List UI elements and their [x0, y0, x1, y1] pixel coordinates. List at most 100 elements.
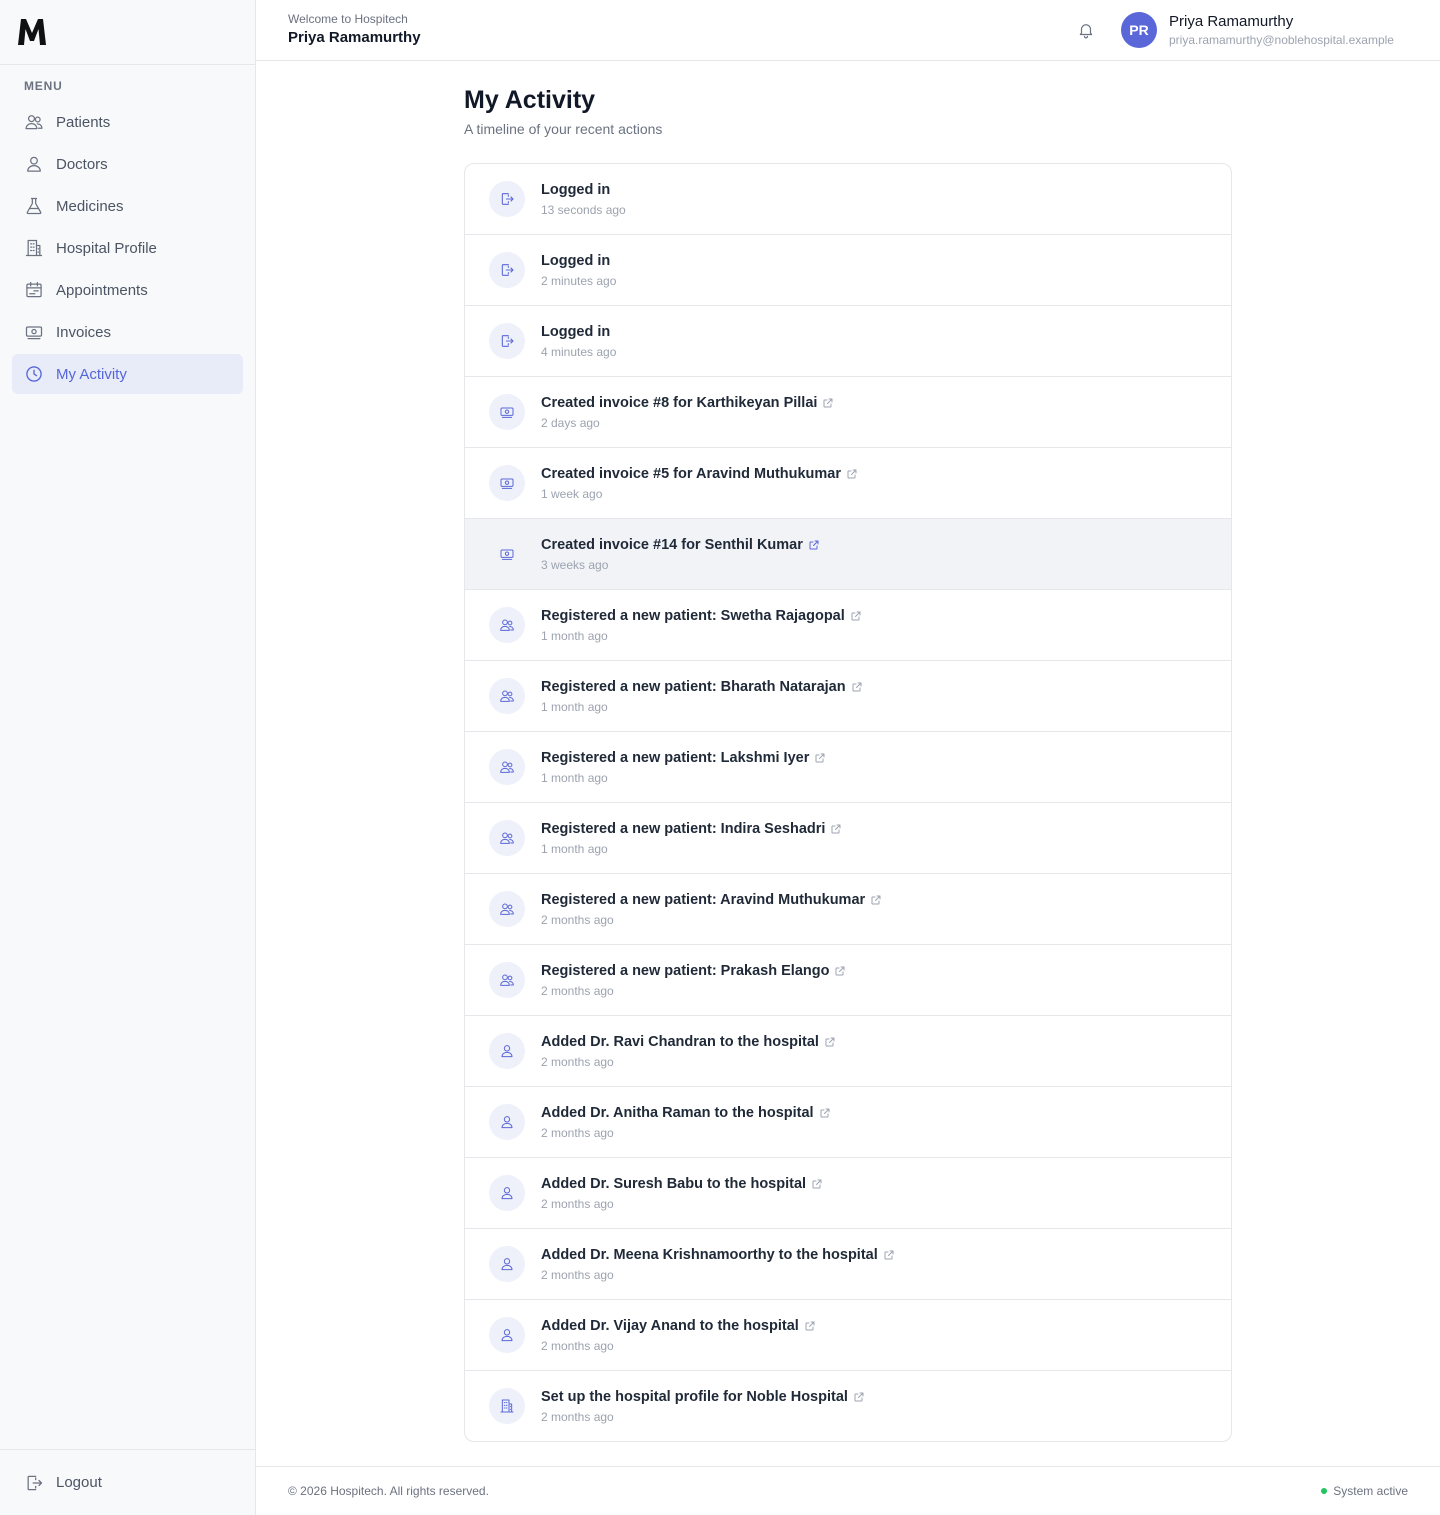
activity-row[interactable]: Registered a new patient: Prakash Elango…	[465, 945, 1231, 1016]
activity-row[interactable]: Added Dr. Vijay Anand to the hospital 2 m…	[465, 1300, 1231, 1371]
activity-row[interactable]: Added Dr. Ravi Chandran to the hospital 2…	[465, 1016, 1231, 1087]
activity-row[interactable]: Registered a new patient: Swetha Rajagop…	[465, 590, 1231, 661]
user-icon	[489, 1317, 525, 1353]
activity-time: 2 months ago	[541, 913, 614, 927]
external-link-icon[interactable]	[822, 397, 834, 409]
external-link-icon[interactable]	[804, 1320, 816, 1332]
activity-time: 1 week ago	[541, 487, 603, 501]
activity-title[interactable]: Added Dr. Vijay Anand to the hospital	[541, 1318, 816, 1334]
page-subtitle: A timeline of your recent actions	[464, 121, 663, 137]
money-icon	[489, 536, 525, 572]
activity-title[interactable]: Set up the hospital profile for Noble Ho…	[541, 1389, 865, 1405]
sidebar-item-medicines[interactable]: Medicines	[12, 186, 243, 226]
external-link-icon[interactable]	[814, 752, 826, 764]
activity-row[interactable]: Created invoice #5 for Aravind Muthukuma…	[465, 448, 1231, 519]
activity-time: 2 months ago	[541, 1268, 614, 1282]
external-link-icon[interactable]	[850, 610, 862, 622]
money-icon	[489, 394, 525, 430]
activity-title-text: Logged in	[541, 182, 611, 198]
activity-title: Logged in	[541, 253, 610, 269]
user-icon	[24, 154, 44, 174]
activity-title-text: Logged in	[541, 253, 611, 269]
external-link-icon[interactable]	[819, 1107, 831, 1119]
sidebar-item-invoices[interactable]: Invoices	[12, 312, 243, 352]
activity-title[interactable]: Created invoice #5 for Aravind Muthukuma…	[541, 466, 858, 482]
page-title: My Activity	[464, 86, 596, 114]
users-icon	[489, 678, 525, 714]
activity-row[interactable]: Created invoice #14 for Senthil Kumar 3 w…	[465, 519, 1231, 590]
clock-icon	[24, 364, 44, 384]
activity-title[interactable]: Added Dr. Anitha Raman to the hospital	[541, 1105, 831, 1121]
sidebar-item-label: Hospital Profile	[56, 239, 157, 257]
menu-heading: MENU	[24, 79, 63, 93]
activity-row[interactable]: Registered a new patient: Bharath Natara…	[465, 661, 1231, 732]
activity-title-text: Added Dr. Meena Krishnamoorthy to the ho…	[541, 1247, 878, 1263]
activity-title[interactable]: Created invoice #14 for Senthil Kumar	[541, 537, 820, 553]
activity-title[interactable]: Registered a new patient: Lakshmi Iyer	[541, 750, 826, 766]
system-status: System active	[1321, 1484, 1408, 1498]
external-link-icon[interactable]	[851, 681, 863, 693]
external-link-icon[interactable]	[870, 894, 882, 906]
sidebar-item-hospital-profile[interactable]: Hospital Profile	[12, 228, 243, 268]
activity-title-text: Registered a new patient: Lakshmi Iyer	[541, 750, 810, 766]
activity-row[interactable]: Registered a new patient: Aravind Muthuk…	[465, 874, 1231, 945]
external-link-icon[interactable]	[808, 539, 820, 551]
activity-row[interactable]: Registered a new patient: Indira Seshadr…	[465, 803, 1231, 874]
activity-row[interactable]: Added Dr. Meena Krishnamoorthy to the ho…	[465, 1229, 1231, 1300]
status-text: System active	[1333, 1484, 1408, 1498]
sidebar-item-label: Invoices	[56, 323, 112, 341]
activity-time: 1 month ago	[541, 700, 608, 714]
login-icon	[489, 252, 525, 288]
sidebar-item-patients[interactable]: Patients	[12, 102, 243, 142]
external-link-icon[interactable]	[853, 1391, 865, 1403]
user-icon	[489, 1246, 525, 1282]
activity-title[interactable]: Created invoice #8 for Karthikeyan Pilla…	[541, 395, 834, 411]
activity-title[interactable]: Registered a new patient: Bharath Natara…	[541, 679, 863, 695]
sidebar-item-doctors[interactable]: Doctors	[12, 144, 243, 184]
external-link-icon[interactable]	[811, 1178, 823, 1190]
sidebar-item-appointments[interactable]: Appointments	[12, 270, 243, 310]
activity-title[interactable]: Added Dr. Ravi Chandran to the hospital	[541, 1034, 836, 1050]
user-icon	[489, 1033, 525, 1069]
activity-title-text: Registered a new patient: Prakash Elango	[541, 963, 830, 979]
logo[interactable]	[16, 17, 48, 47]
activity-time: 3 weeks ago	[541, 558, 609, 572]
sidebar-bottom: Logout	[0, 1449, 255, 1515]
activity-title[interactable]: Registered a new patient: Prakash Elango	[541, 963, 846, 979]
users-icon	[489, 820, 525, 856]
external-link-icon[interactable]	[830, 823, 842, 835]
money-icon	[24, 322, 44, 342]
activity-time: 13 seconds ago	[541, 203, 626, 217]
external-link-icon[interactable]	[846, 468, 858, 480]
activity-row[interactable]: Added Dr. Suresh Babu to the hospital 2 m…	[465, 1158, 1231, 1229]
notifications-bell-icon[interactable]	[1075, 19, 1097, 41]
external-link-icon[interactable]	[824, 1036, 836, 1048]
money-icon	[489, 465, 525, 501]
building-icon	[489, 1388, 525, 1424]
activity-time: 2 days ago	[541, 416, 600, 430]
external-link-icon[interactable]	[883, 1249, 895, 1261]
avatar[interactable]: PR	[1121, 12, 1157, 48]
activity-title[interactable]: Registered a new patient: Aravind Muthuk…	[541, 892, 882, 908]
activity-row: Logged in 2 minutes ago	[465, 235, 1231, 306]
external-link-icon[interactable]	[834, 965, 846, 977]
activity-title[interactable]: Registered a new patient: Swetha Rajagop…	[541, 608, 862, 624]
activity-title[interactable]: Added Dr. Meena Krishnamoorthy to the ho…	[541, 1247, 895, 1263]
activity-time: 2 months ago	[541, 984, 614, 998]
activity-title: Logged in	[541, 182, 610, 198]
calendar-icon	[24, 280, 44, 300]
sidebar-item-my-activity[interactable]: My Activity	[12, 354, 243, 394]
top-header: Welcome to Hospitech Priya Ramamurthy PR…	[256, 0, 1440, 61]
users-icon	[489, 962, 525, 998]
activity-row[interactable]: Set up the hospital profile for Noble Ho…	[465, 1371, 1231, 1441]
activity-row[interactable]: Added Dr. Anitha Raman to the hospital 2 …	[465, 1087, 1231, 1158]
logout-button[interactable]: Logout	[12, 1463, 243, 1503]
sidebar-item-label: Doctors	[56, 155, 108, 173]
activity-title-text: Created invoice #5 for Aravind Muthukuma…	[541, 466, 842, 482]
activity-title[interactable]: Registered a new patient: Indira Seshadr…	[541, 821, 842, 837]
activity-row[interactable]: Registered a new patient: Lakshmi Iyer 1 …	[465, 732, 1231, 803]
activity-row[interactable]: Created invoice #8 for Karthikeyan Pilla…	[465, 377, 1231, 448]
sidebar: MENU Patients Doctors Medicines Hospital Pr…	[0, 0, 256, 1515]
activity-title[interactable]: Added Dr. Suresh Babu to the hospital	[541, 1176, 823, 1192]
footer: © 2026 Hospitech. All rights reserved. S…	[256, 1466, 1440, 1515]
